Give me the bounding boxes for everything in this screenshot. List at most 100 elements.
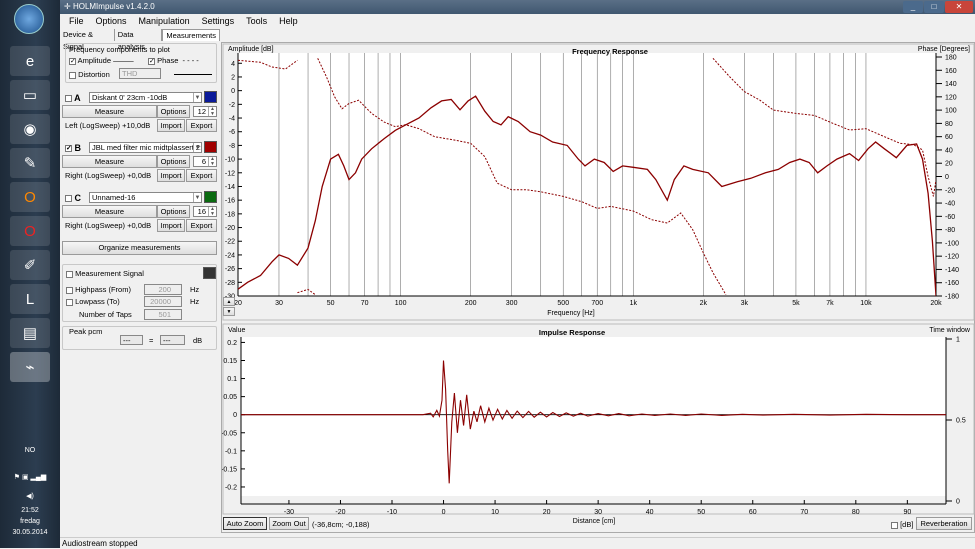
language-indicator[interactable]: NO: [0, 447, 60, 454]
y-tick-label: -2: [229, 102, 235, 109]
distortion-checkbox[interactable]: Distortion: [69, 70, 110, 79]
spinner-arrows-icon[interactable]: ▲ ▼: [208, 107, 216, 116]
time-window-tick-label: 1: [956, 337, 960, 344]
y-tick-label: -4: [229, 116, 235, 123]
time-window-label: Time window: [929, 327, 971, 334]
spinner-value: 16: [197, 207, 206, 216]
taskbar-explorer-icon[interactable]: ▭: [10, 80, 50, 110]
menu-options[interactable]: Options: [96, 14, 127, 29]
frequency-components-title: Frequency components to plot: [69, 45, 170, 54]
menu-file[interactable]: File: [69, 14, 84, 29]
taskbar-app-icon[interactable]: ✎: [10, 148, 50, 178]
taskbar-outlook-icon[interactable]: O: [10, 182, 50, 212]
volume-icon[interactable]: ◀): [0, 492, 60, 500]
charts-svg[interactable]: 20 30 50 70 100 200 300 500 700 1k 2k 3k 5k 7k 10k 20k4…: [221, 43, 975, 534]
clock-time[interactable]: 21:52: [0, 507, 60, 514]
close-button[interactable]: ✕: [945, 1, 973, 13]
menu-settings[interactable]: Settings: [202, 14, 235, 29]
impulse-y-tick-label: 0.15: [223, 358, 237, 365]
measurement-spinner[interactable]: 6 ▲ ▼: [193, 156, 217, 167]
measurement-signal-label: Measurement Signal: [75, 269, 144, 278]
measurement-checkbox[interactable]: ✓ B: [65, 143, 81, 153]
highpass-input[interactable]: 200: [144, 284, 182, 295]
signal-color-swatch[interactable]: [203, 267, 216, 279]
spinner-arrows-icon[interactable]: ▲ ▼: [208, 157, 216, 166]
frequency-response-title: Frequency Response: [572, 47, 648, 56]
import-button[interactable]: Import: [157, 169, 185, 182]
organize-measurements-button[interactable]: Organize measurements: [62, 241, 217, 255]
measurement-name-select[interactable]: JBL med filter mic midtplassert 2: ▼: [89, 142, 202, 153]
highpass-checkbox[interactable]: Highpass (From): [66, 285, 131, 294]
amplitude-label: Amplitude: [77, 56, 112, 65]
measurement-color-swatch[interactable]: [204, 191, 217, 203]
clock-day: fredag: [20, 518, 40, 525]
tab-measurements[interactable]: Measurements: [162, 29, 220, 41]
scroll-up-button[interactable]: ▲: [223, 297, 235, 306]
x-tick-label: 100: [395, 300, 407, 307]
taskbar-photo-icon[interactable]: ▤: [10, 318, 50, 348]
tab-device-signal[interactable]: Device & Signal: [60, 29, 115, 51]
phase-checkbox[interactable]: ✓ Phase - - - -: [148, 56, 199, 65]
impulse-plot-area[interactable]: [241, 337, 946, 496]
measurement-signal-checkbox[interactable]: Measurement Signal: [66, 269, 144, 278]
menu-tools[interactable]: Tools: [246, 14, 267, 29]
taskbar-lync-icon[interactable]: L: [10, 284, 50, 314]
export-button[interactable]: Export: [186, 169, 217, 182]
options-button[interactable]: Options: [157, 205, 190, 218]
measurement-checkbox[interactable]: C: [65, 193, 81, 203]
reverberation-button[interactable]: Reverberation: [916, 517, 972, 530]
distortion-select[interactable]: THD: [119, 68, 161, 79]
db-checkbox[interactable]: [dB]: [891, 520, 913, 529]
tab-data-analysis[interactable]: Data analysis: [115, 29, 163, 51]
taskbar-internet-explorer-icon[interactable]: e: [10, 46, 50, 76]
taskbar-opera-icon[interactable]: O: [10, 216, 50, 246]
auto-zoom-button[interactable]: Auto Zoom: [223, 517, 267, 530]
y2-tick-label: -40: [945, 201, 955, 208]
measurement-letter: A: [74, 93, 81, 103]
maximize-button[interactable]: □: [924, 1, 944, 13]
options-button[interactable]: Options: [157, 105, 190, 118]
options-button[interactable]: Options: [157, 155, 190, 168]
import-button[interactable]: Import: [157, 219, 185, 232]
tray-icons[interactable]: ⚑ ▣ ▂▄▆: [0, 473, 60, 481]
tab-bar: Device & Signal Data analysis Measuremen…: [60, 29, 220, 51]
taskbar-holmimpulse-icon[interactable]: ⌁: [10, 352, 50, 382]
measurement-name-select[interactable]: Diskant 0' 23cm -10dB ▼: [89, 92, 202, 103]
measure-button[interactable]: Measure: [62, 105, 157, 118]
lowpass-checkbox[interactable]: Lowpass (To): [66, 297, 120, 306]
x-tick-label: 3k: [741, 300, 749, 307]
minimize-button[interactable]: _: [903, 1, 923, 13]
measurement-color-swatch[interactable]: [204, 91, 217, 103]
measurement-spinner[interactable]: 12 ▲ ▼: [193, 106, 217, 117]
measurement-name-select[interactable]: Unnamed-16 ▼: [89, 192, 202, 203]
export-button[interactable]: Export: [186, 219, 217, 232]
impulse-y-tick-label: 0: [233, 412, 237, 419]
measurement-color-swatch[interactable]: [204, 141, 217, 153]
taskbar-tool-icon[interactable]: ✐: [10, 250, 50, 280]
measurement-info: Right (LogSweep) +0,0dB: [65, 221, 152, 230]
menu-help[interactable]: Help: [279, 14, 298, 29]
import-button[interactable]: Import: [157, 119, 185, 132]
impulse-y-tick-label: -0.05: [222, 430, 237, 437]
frequency-plot-area[interactable]: [238, 53, 936, 296]
amplitude-axis-label: Amplitude [dB]: [228, 46, 274, 53]
menu-manipulation[interactable]: Manipulation: [139, 14, 190, 29]
scroll-down-button[interactable]: ▼: [223, 307, 235, 316]
start-button[interactable]: [14, 4, 44, 34]
zoom-out-button[interactable]: Zoom Out: [269, 517, 309, 530]
export-button[interactable]: Export: [186, 119, 217, 132]
measurement-spinner[interactable]: 16 ▲ ▼: [193, 206, 217, 217]
taps-input[interactable]: 501: [144, 309, 182, 320]
taskbar-media-icon[interactable]: ◉: [10, 114, 50, 144]
chevron-down-icon: ▼: [193, 193, 201, 202]
spinner-arrows-icon[interactable]: ▲ ▼: [208, 207, 216, 216]
x-tick-label: 70: [361, 300, 369, 307]
distortion-line-sample: [174, 74, 212, 75]
x-tick-label: 7k: [826, 300, 834, 307]
x-tick-label: 2k: [700, 300, 708, 307]
measure-button[interactable]: Measure: [62, 155, 157, 168]
measure-button[interactable]: Measure: [62, 205, 157, 218]
amplitude-checkbox[interactable]: ✓ Amplitude ———: [69, 56, 134, 65]
measurement-checkbox[interactable]: A: [65, 93, 81, 103]
lowpass-input[interactable]: 20000: [144, 296, 182, 307]
